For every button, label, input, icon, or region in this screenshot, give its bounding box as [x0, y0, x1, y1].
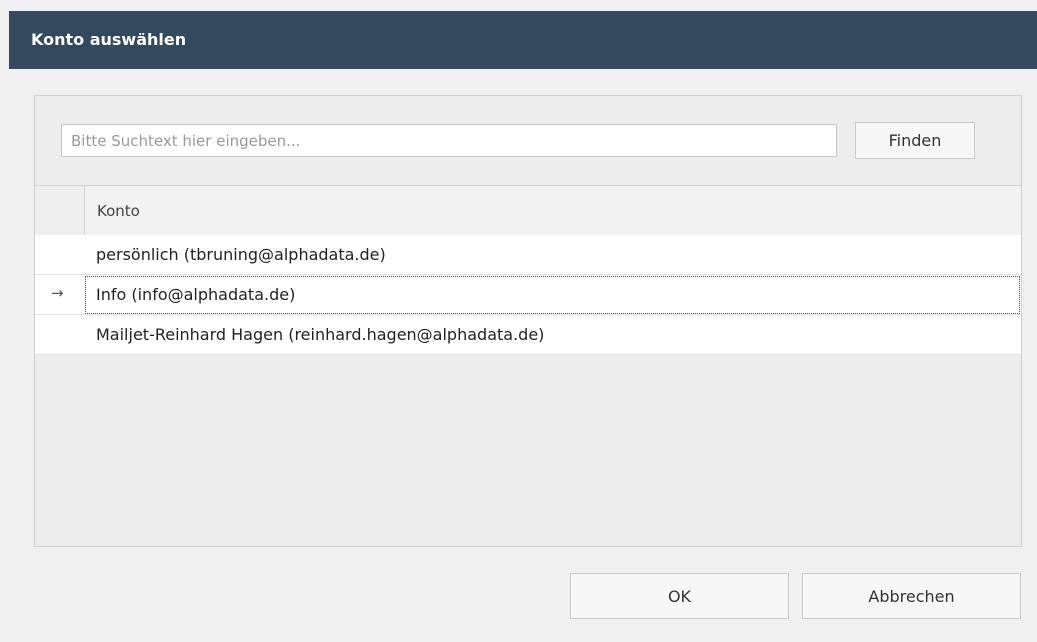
table-row[interactable]: Mailjet-Reinhard Hagen (reinhard.hagen@a… [84, 315, 1021, 355]
dialog-title: Konto auswählen [31, 30, 187, 49]
row-indicator[interactable]: → [35, 275, 84, 315]
arrow-right-icon: → [51, 284, 64, 302]
cancel-button[interactable]: Abbrechen [802, 573, 1021, 619]
row-indicator[interactable] [35, 315, 84, 355]
row-indicator[interactable] [35, 235, 84, 275]
find-button[interactable]: Finden [855, 122, 975, 159]
search-input[interactable] [61, 124, 837, 157]
dialog-body: Finden Konto persönlich (tbruning@alphad… [9, 69, 1037, 642]
row-label: Info (info@alphadata.de) [96, 285, 296, 304]
ok-button[interactable]: OK [570, 573, 789, 619]
column-header-konto[interactable]: Konto [84, 186, 1021, 235]
column-header-label: Konto [97, 202, 140, 220]
grid-header-indicator [35, 186, 84, 235]
table-row-selected[interactable]: Info (info@alphadata.de) [84, 275, 1021, 315]
row-label: Mailjet-Reinhard Hagen (reinhard.hagen@a… [96, 325, 545, 344]
account-panel: Finden Konto persönlich (tbruning@alphad… [34, 95, 1022, 547]
account-grid: Konto persönlich (tbruning@alphadata.de)… [35, 185, 1021, 547]
row-label: persönlich (tbruning@alphadata.de) [96, 245, 386, 264]
dialog-titlebar: Konto auswählen [9, 11, 1037, 69]
table-row[interactable]: persönlich (tbruning@alphadata.de) [84, 235, 1021, 275]
